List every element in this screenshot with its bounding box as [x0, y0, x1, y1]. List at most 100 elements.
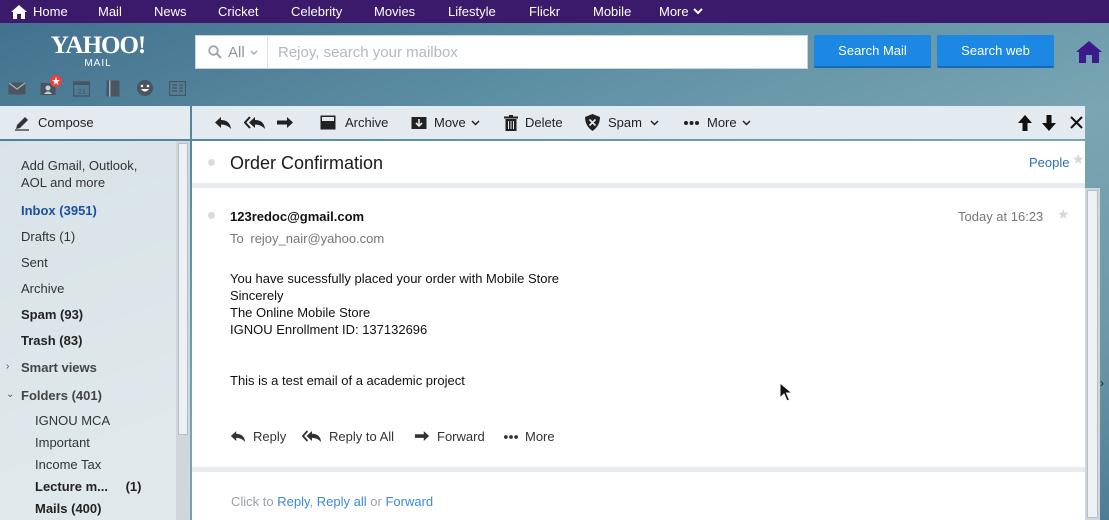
reply-button[interactable]	[214, 106, 232, 139]
trash-icon	[504, 114, 518, 131]
nav-more-label: More	[659, 4, 689, 19]
nav-mail[interactable]: Mail	[98, 0, 122, 23]
recipient-address[interactable]: rejoy_nair@yahoo.com	[250, 231, 384, 246]
delete-label: Delete	[525, 115, 563, 130]
sidebar-item-spam[interactable]: Spam (93)	[21, 307, 83, 322]
folder-item-lecture[interactable]: Lecture m... (1)	[35, 479, 141, 494]
sidebar-item-inbox[interactable]: Inbox (3951)	[21, 203, 97, 218]
reply-all-label: Reply to All	[329, 429, 395, 444]
search-scope-label: All	[228, 43, 245, 61]
nav-mobile[interactable]: Mobile	[593, 0, 631, 23]
archive-button[interactable]: Archive	[320, 106, 388, 139]
body-line: Sincerely	[230, 288, 284, 303]
sidebar-item-trash[interactable]: Trash (83)	[21, 333, 82, 348]
notepad-app-icon[interactable]	[102, 78, 124, 98]
home-icon	[11, 4, 27, 19]
contacts-app-icon[interactable]	[38, 75, 62, 98]
quick-forward-link[interactable]: Forward	[385, 494, 433, 509]
search-scope-dropdown[interactable]: All	[196, 36, 268, 68]
chevron-down-icon	[250, 50, 258, 55]
more-actions-label: More	[707, 115, 737, 130]
nav-more[interactable]: More	[659, 0, 703, 23]
shield-icon	[585, 114, 600, 131]
sidebar-item-smart-views[interactable]: Smart views	[21, 360, 97, 375]
add-accounts-link[interactable]: Add Gmail, Outlook, AOL and more	[21, 158, 137, 190]
folder-item-important[interactable]: Important	[35, 435, 90, 450]
move-button[interactable]: Move	[411, 106, 480, 139]
search-mail-button[interactable]: Search Mail	[814, 35, 931, 68]
next-message-button[interactable]	[1041, 106, 1057, 139]
read-status-dot[interactable]	[208, 159, 215, 166]
search-box: All	[195, 35, 808, 69]
chevron-down-icon[interactable]: ⌄	[6, 389, 14, 400]
reply-label: Reply	[253, 429, 287, 444]
search-web-button[interactable]: Search web	[937, 35, 1054, 68]
folder-item-ignou-mca[interactable]: IGNOU MCA	[35, 413, 110, 428]
sidebar-scrollbar-thumb[interactable]	[178, 143, 188, 435]
nav-lifestyle[interactable]: Lifestyle	[448, 0, 496, 23]
expand-right-icon[interactable]: ›	[1100, 376, 1104, 390]
yahoo-mail-logo[interactable]: YAHOO! MAIL	[48, 33, 148, 73]
message-scrollbar-thumb[interactable]	[1087, 190, 1098, 518]
subject-header: Order Confirmation People ★	[192, 141, 1085, 183]
message-timestamp: Today at 16:23	[958, 209, 1044, 224]
forward-label: Forward	[437, 429, 485, 444]
folder-item-income-tax[interactable]: Income Tax	[35, 457, 101, 472]
arrow-up-icon	[1018, 114, 1032, 131]
forward-button[interactable]	[276, 106, 294, 139]
archive-label: Archive	[345, 115, 389, 130]
forward-icon	[277, 116, 293, 128]
reply-button[interactable]: Reply	[230, 429, 286, 444]
nav-cricket[interactable]: Cricket	[218, 0, 258, 23]
sidebar-item-folders[interactable]: Folders (401)	[21, 388, 102, 403]
folder-item-mails[interactable]: Mails (400)	[35, 501, 101, 516]
calendar-app-icon[interactable]: 23	[70, 78, 92, 98]
star-icon[interactable]: ★	[1072, 151, 1085, 168]
newsfeed-app-icon[interactable]	[166, 78, 188, 98]
top-navigation-bar: Home Mail News Cricket Celebrity Movies …	[0, 0, 1109, 23]
sender-address[interactable]: 123redoc@gmail.com	[230, 209, 364, 224]
nav-news[interactable]: News	[154, 0, 187, 23]
home-icon	[1076, 41, 1102, 63]
close-message-button[interactable]	[1070, 106, 1083, 139]
to-label: To	[230, 231, 244, 246]
compose-label: Compose	[38, 115, 94, 130]
more-button[interactable]: More	[504, 429, 555, 444]
sidebar-item-drafts[interactable]: Drafts (1)	[21, 229, 75, 244]
compose-button[interactable]: Compose	[0, 106, 190, 139]
reply-all-icon	[302, 430, 322, 442]
chevron-down-icon	[650, 119, 659, 126]
spam-button[interactable]: Spam	[585, 106, 659, 139]
sidebar-item-sent[interactable]: Sent	[21, 255, 48, 270]
add-accounts-line1: Add Gmail, Outlook,	[21, 158, 138, 173]
reply-icon	[215, 116, 231, 129]
logo-subtitle: MAIL	[84, 58, 112, 69]
delete-button[interactable]: Delete	[504, 106, 563, 139]
people-link[interactable]: People	[1029, 155, 1069, 170]
nav-home[interactable]: Home	[11, 0, 68, 23]
quick-reply-link[interactable]: Reply	[277, 494, 309, 509]
messenger-app-icon[interactable]	[134, 78, 156, 98]
forward-button[interactable]: Forward	[414, 429, 485, 444]
reply-all-button[interactable]: Reply to All	[302, 429, 394, 444]
reply-all-button[interactable]	[244, 106, 266, 139]
home-button[interactable]	[1075, 40, 1103, 66]
previous-message-button[interactable]	[1017, 106, 1033, 139]
star-icon[interactable]: ★	[1057, 206, 1070, 223]
read-status-dot[interactable]	[208, 212, 215, 219]
body-line: You have sucessfully placed your order w…	[230, 271, 560, 286]
drafts-label: Drafts	[21, 229, 56, 244]
more-dots-icon	[684, 120, 699, 125]
nav-movies[interactable]: Movies	[374, 0, 415, 23]
chevron-right-icon[interactable]: ›	[6, 361, 9, 372]
more-actions-button[interactable]: More	[684, 106, 751, 139]
mail-app-icon[interactable]	[6, 78, 28, 98]
search-input[interactable]	[268, 37, 807, 67]
quick-reply-all-link[interactable]: Reply all	[317, 494, 367, 509]
quick-reply-or: or	[370, 494, 382, 509]
archive-icon	[320, 115, 336, 130]
move-folder-icon	[411, 117, 427, 129]
nav-flickr[interactable]: Flickr	[529, 0, 560, 23]
sidebar-item-archive[interactable]: Archive	[21, 281, 64, 296]
nav-celebrity[interactable]: Celebrity	[291, 0, 342, 23]
